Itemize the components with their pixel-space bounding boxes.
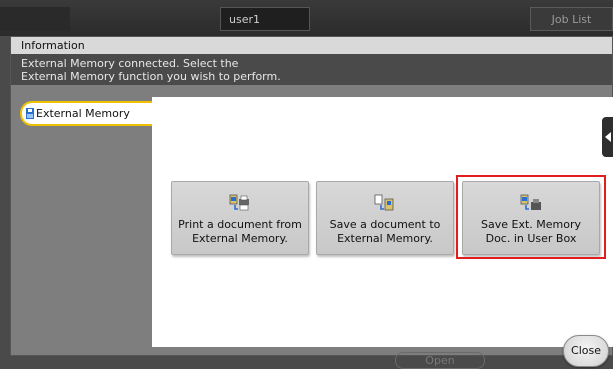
open-button: Open <box>395 352 485 369</box>
tab-external-memory-label: External Memory <box>36 107 130 120</box>
usb-memory-icon <box>26 108 34 119</box>
print-from-memory-label-1: Print a document from <box>178 218 302 231</box>
print-from-memory-label-2: External Memory. <box>192 232 288 245</box>
top-left-block <box>0 7 70 31</box>
bottom-strip <box>0 356 613 369</box>
save-to-memory-icon <box>374 194 394 211</box>
save-to-memory-label-1: Save a document to <box>329 218 441 231</box>
close-button[interactable]: Close <box>563 335 609 367</box>
information-dialog: Information External Memory connected. S… <box>10 36 613 356</box>
dialog-title: Information <box>11 37 612 54</box>
user-name-display: user1 <box>220 7 310 31</box>
highlight-frame <box>456 175 606 259</box>
print-from-memory-button[interactable]: Print a document from External Memory. <box>171 181 309 255</box>
tab-external-memory[interactable]: External Memory <box>20 101 152 126</box>
save-to-memory-label-2: External Memory. <box>337 232 433 245</box>
top-bar: user1 Job List <box>0 0 613 36</box>
scroll-left-arrow-button[interactable] <box>602 117 613 157</box>
job-list-button[interactable]: Job List <box>530 7 613 31</box>
dialog-message: External Memory connected. Select the Ex… <box>11 54 612 85</box>
left-panel: External Memory <box>11 85 152 355</box>
content-pane: Print a document from External Memory. S… <box>152 97 613 347</box>
print-from-memory-icon <box>229 194 249 211</box>
save-to-memory-button[interactable]: Save a document to External Memory. <box>316 181 454 255</box>
dialog-message-line-1: External Memory connected. Select the <box>21 57 239 70</box>
dialog-message-line-2: External Memory function you wish to per… <box>21 70 281 83</box>
